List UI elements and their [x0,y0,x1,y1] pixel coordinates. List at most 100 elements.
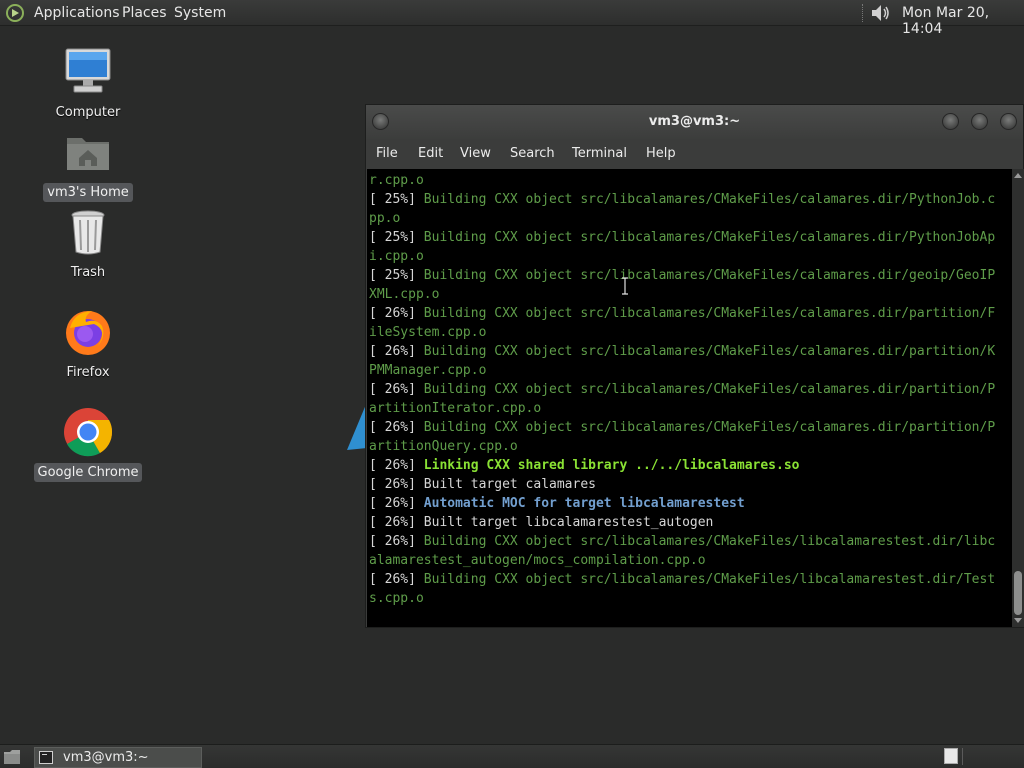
desktop-icon-label: Trash [70,265,106,280]
menu-view[interactable]: View [460,146,491,162]
terminal-line: [ 25%] Building CXX object src/libcalama… [369,266,1012,285]
desktop-icon-computer[interactable]: Computer [33,46,143,122]
terminal-line-text: Building CXX object src/libcalamares/CMa… [423,572,996,587]
terminal-line-text: s.cpp.o [369,591,424,606]
system-menu[interactable]: System [174,5,226,21]
taskbar-window-button[interactable]: vm3@vm3:~ [34,747,202,768]
close-button[interactable] [1000,113,1017,130]
terminal-line: artitionIterator.cpp.o [369,399,1012,418]
terminal-line-text: Building CXX object src/libcalamares/CMa… [423,306,996,321]
chrome-icon [64,408,113,457]
terminal-line-text: Built target libcalamarestest_autogen [423,515,714,530]
terminal-line-progress: [ 26%] [369,420,424,435]
menu-edit[interactable]: Edit [418,146,443,162]
terminal-line-progress: [ 26%] [369,534,424,549]
terminal-line: PMManager.cpp.o [369,361,1012,380]
trash-icon [71,210,105,255]
show-desktop-icon[interactable] [2,748,22,766]
terminal-line: [ 26%] Building CXX object src/libcalama… [369,570,1012,589]
workspace-1[interactable] [944,748,958,764]
terminal-output[interactable]: r.cpp.o [ 25%] Building CXX object src/li… [367,169,1012,627]
terminal-line-text: Building CXX object src/libcalamares/CMa… [423,382,996,397]
maximize-button[interactable] [971,113,988,130]
scrollbar-thumb[interactable] [1014,571,1022,615]
clock[interactable]: Mon Mar 20, 14:04 [902,5,1024,37]
window-titlebar[interactable]: vm3@vm3:~ [366,105,1023,139]
terminal-line-text: r.cpp.o [369,173,424,188]
menu-help[interactable]: Help [646,146,676,162]
terminal-line: ileSystem.cpp.o [369,323,1012,342]
terminal-line: alamarestest_autogen/mocs_compilation.cp… [369,551,1012,570]
terminal-line-text: artitionIterator.cpp.o [369,401,542,416]
places-menu[interactable]: Places [122,5,167,21]
terminal-line: s.cpp.o [369,589,1012,608]
desktop-icon-trash[interactable]: Trash [33,206,143,282]
terminal-line-text: Building CXX object src/libcalamares/CMa… [423,230,996,245]
terminal-line: [ 26%] Building CXX object src/libcalama… [369,342,1012,361]
desktop-icon-label: Firefox [66,365,110,380]
top-panel: Applications Places System Mon Mar 20, 1… [0,0,1024,37]
bottom-panel: vm3@vm3:~ [0,744,1024,768]
terminal-line: [ 26%] Building CXX object src/libcalama… [369,532,1012,551]
terminal-scrollbar[interactable] [1012,169,1024,627]
scroll-down-arrow-icon[interactable] [1014,618,1022,623]
desktop-icon-label: vm3's Home [43,183,133,202]
terminal-line-text: pp.o [369,211,401,226]
terminal-line-text: i.cpp.o [369,249,424,264]
terminal-line: [ 26%] Built target calamares [369,475,1012,494]
menu-file[interactable]: File [376,146,398,162]
terminal-line: [ 26%] Linking CXX shared library ../../… [369,456,1012,475]
desktop-icon-label: Computer [55,105,121,120]
terminal-line-text: Built target calamares [423,477,596,492]
computer-icon [65,48,111,93]
terminal-line-progress: [ 26%] [369,344,424,359]
desktop-icon-label: Google Chrome [33,463,143,482]
terminal-line-text: Linking CXX shared library ../../libcala… [423,458,800,473]
terminal-line-progress: [ 26%] [369,458,424,473]
terminal-line-text: PMManager.cpp.o [369,363,487,378]
firefox-icon [66,311,110,355]
menu-search[interactable]: Search [510,146,555,162]
home-folder-icon [67,138,109,170]
terminal-line-text: Building CXX object src/libcalamares/CMa… [423,534,996,549]
terminal-line: [ 26%] Automatic MOC for target libcalam… [369,494,1012,513]
terminal-menubar: File Edit View Search Terminal Help [366,139,1023,169]
terminal-line-progress: [ 25%] [369,192,424,207]
desktop-icon-firefox[interactable]: Firefox [33,306,143,382]
background-window-fragment [347,402,367,450]
terminal-line-progress: [ 26%] [369,572,424,587]
window-title: vm3@vm3:~ [648,114,741,129]
terminal-line-text: ileSystem.cpp.o [369,325,487,340]
terminal-window: vm3@vm3:~ File Edit View Search Terminal… [365,104,1024,628]
menu-terminal[interactable]: Terminal [572,146,627,162]
terminal-line: [ 26%] Building CXX object src/libcalama… [369,380,1012,399]
volume-icon[interactable] [868,2,892,24]
applications-menu[interactable]: Applications [34,5,120,21]
text-cursor-icon [622,277,628,295]
terminal-line-progress: [ 25%] [369,230,424,245]
terminal-line: [ 26%] Built target libcalamarestest_aut… [369,513,1012,532]
minimize-button[interactable] [942,113,959,130]
terminal-line: i.cpp.o [369,247,1012,266]
terminal-line-progress: [ 26%] [369,515,424,530]
desktop-icon-chrome[interactable]: Google Chrome [33,406,143,482]
taskbar-window-label: vm3@vm3:~ [63,750,149,765]
scroll-up-arrow-icon[interactable] [1014,173,1022,178]
terminal-line-text: alamarestest_autogen/mocs_compilation.cp… [369,553,706,568]
mate-logo-icon[interactable] [5,3,27,23]
terminal-line-progress: [ 26%] [369,306,424,321]
terminal-line: XML.cpp.o [369,285,1012,304]
terminal-line: [ 25%] Building CXX object src/libcalama… [369,190,1012,209]
terminal-line-progress: [ 25%] [369,268,424,283]
terminal-line: [ 25%] Building CXX object src/libcalama… [369,228,1012,247]
terminal-line-text: XML.cpp.o [369,287,440,302]
panel-separator [862,4,864,22]
terminal-line-progress: [ 26%] [369,496,424,511]
desktop-icon-home[interactable]: vm3's Home [33,126,143,202]
terminal-line-text: Building CXX object src/libcalamares/CMa… [423,344,996,359]
terminal-line-progress: [ 26%] [369,382,424,397]
terminal-line-text: Building CXX object src/libcalamares/CMa… [423,192,996,207]
workspace-2[interactable] [962,748,1022,765]
terminal-line-text: Building CXX object src/libcalamares/CMa… [423,268,996,283]
terminal-line: [ 26%] Building CXX object src/libcalama… [369,304,1012,323]
